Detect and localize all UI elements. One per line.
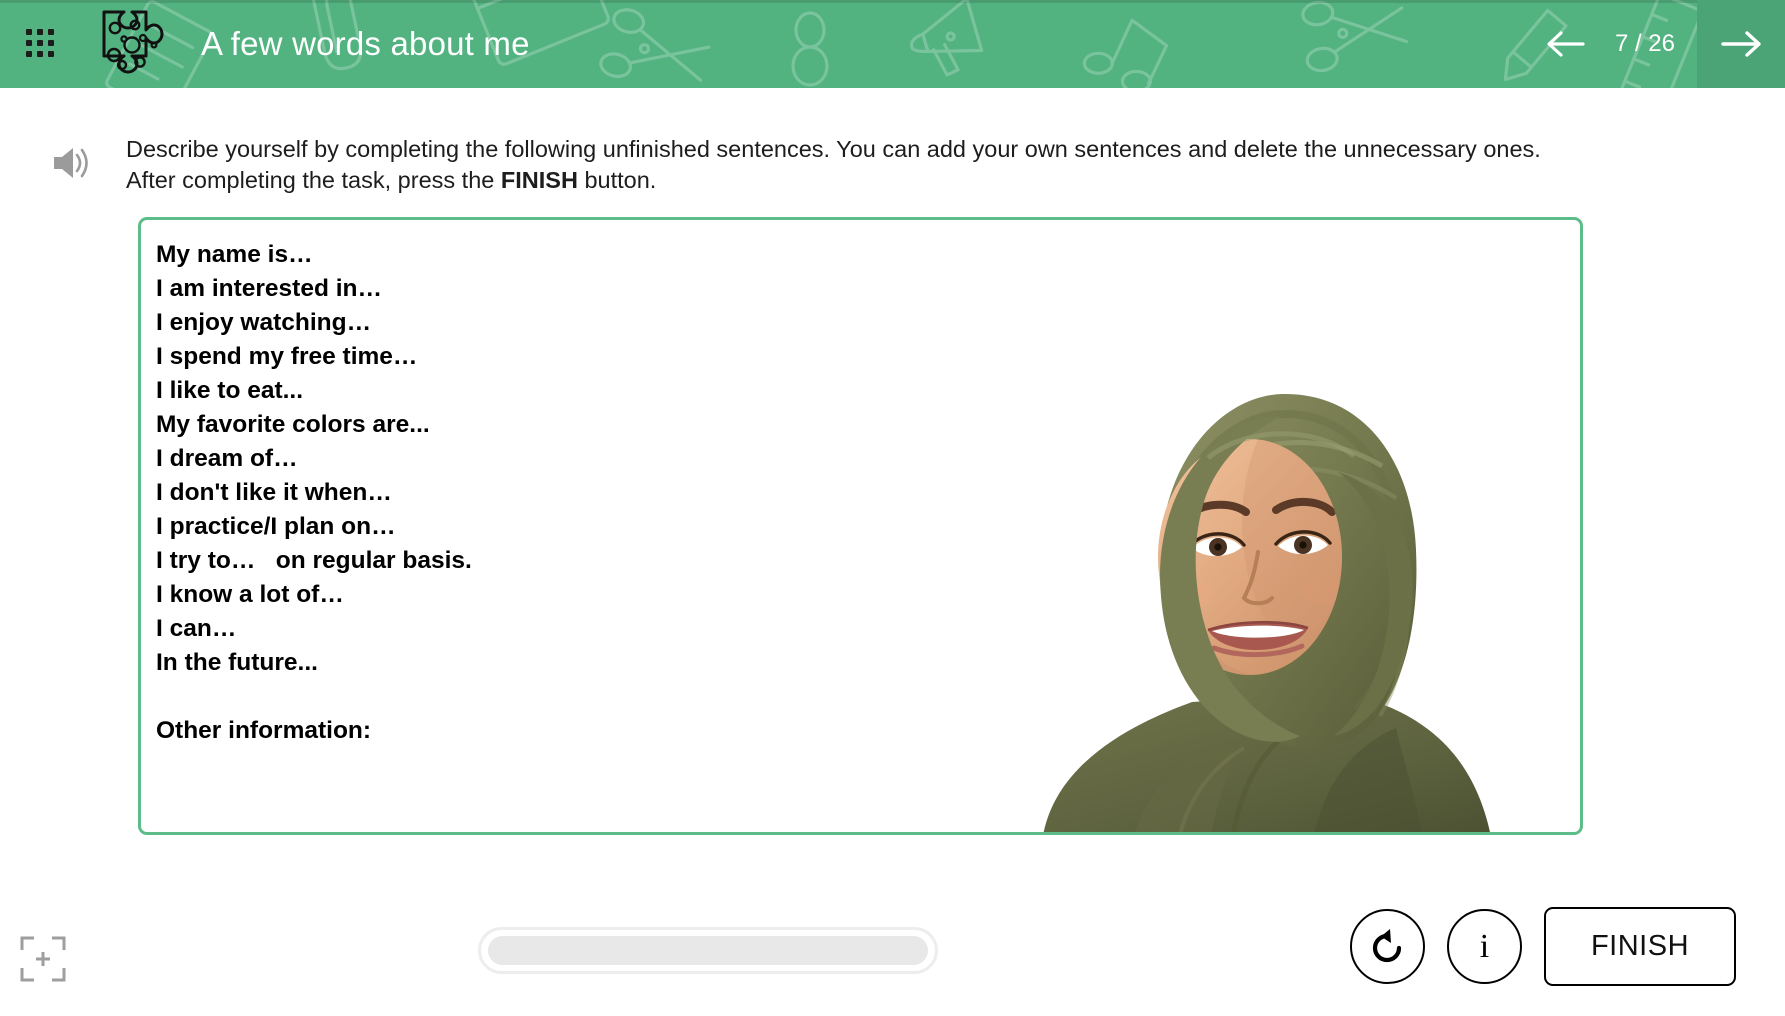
instruction-part-2: button. — [577, 167, 657, 193]
instruction-emphasis: FINISH — [500, 167, 578, 193]
arrow-left-icon[interactable] — [1529, 0, 1601, 88]
apps-grid-icon[interactable] — [26, 29, 56, 59]
speaker-sound-icon[interactable] — [42, 144, 100, 182]
reset-counterclockwise-icon[interactable] — [1350, 909, 1425, 984]
answer-textarea[interactable]: My name is… I am interested in… I enjoy … — [138, 217, 1583, 835]
info-icon[interactable]: i — [1447, 909, 1522, 984]
header-navigation: 7 / 26 — [1529, 0, 1785, 88]
puzzle-piece-icon[interactable] — [98, 8, 166, 80]
sentence-prompt-list: My name is… I am interested in… I enjoy … — [156, 241, 472, 744]
progress-track — [488, 936, 928, 965]
instruction-text: Describe yourself by completing the foll… — [126, 134, 1581, 196]
instruction-row: Describe yourself by completing the foll… — [0, 88, 1785, 196]
smiling-woman-in-olive-hijab-photo — [1043, 393, 1490, 832]
fullscreen-zoom-in-icon[interactable] — [18, 934, 68, 984]
page-counter: 7 / 26 — [1614, 30, 1675, 57]
instruction-part-1: Describe yourself by completing the foll… — [126, 136, 1541, 193]
header-top-divider — [0, 0, 1785, 3]
footer-bar: i FINISH — [0, 868, 1785, 1016]
info-glyph: i — [1479, 927, 1490, 965]
finish-button[interactable]: FINISH — [1544, 907, 1736, 986]
app-header: A few words about me 7 / 26 — [0, 0, 1785, 88]
progress-bar[interactable] — [478, 927, 938, 974]
footer-actions: i FINISH — [1350, 907, 1736, 986]
page-title: A few words about me — [201, 25, 530, 62]
arrow-right-icon[interactable] — [1697, 0, 1785, 88]
